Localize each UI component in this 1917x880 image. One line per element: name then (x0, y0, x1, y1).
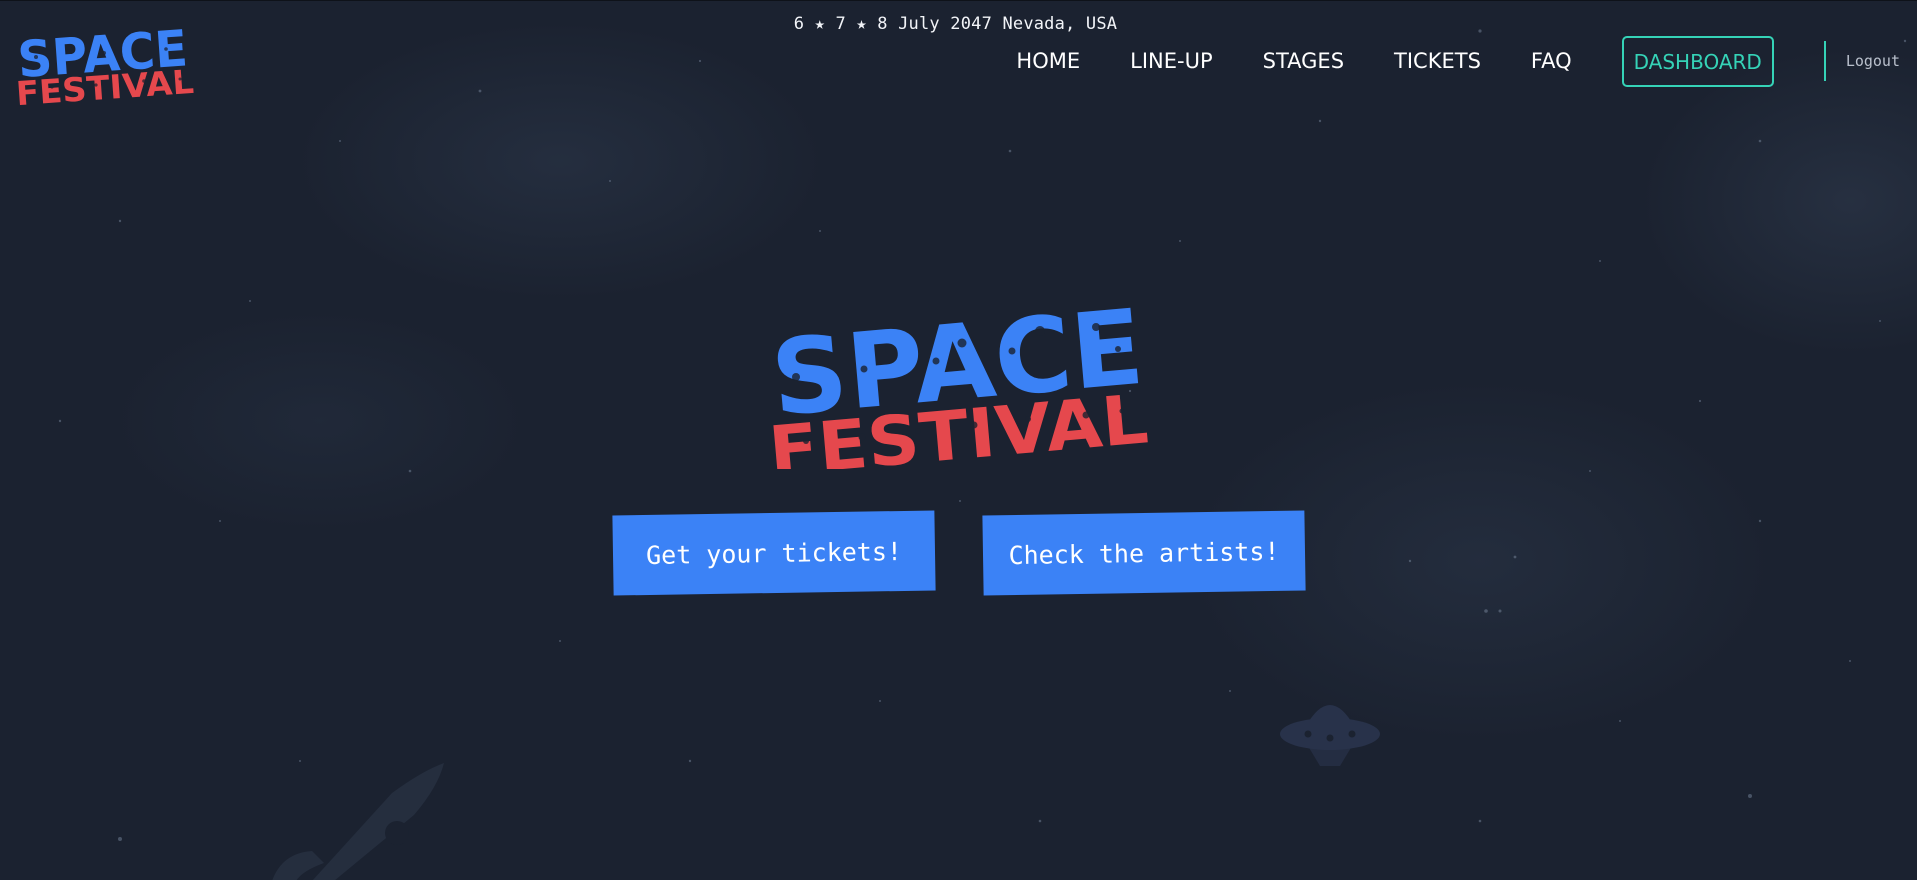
hero-logo: SPACE FESTIVAL (766, 291, 1151, 469)
nav-item-stages[interactable]: STAGES (1263, 49, 1344, 73)
nav-item-tickets[interactable]: TICKETS (1394, 49, 1481, 73)
ufo-icon (1280, 705, 1380, 766)
main-nav: HOME LINE-UP STAGES TICKETS FAQ DASHBOAR… (1016, 34, 1917, 88)
rocket-icon (272, 763, 444, 880)
nav-item-home[interactable]: HOME (1016, 49, 1080, 73)
nav-divider (1823, 41, 1826, 81)
event-info: 6 ★ 7 ★ 8 July 2047 Nevada, USA (793, 14, 1118, 34)
dashboard-button[interactable]: DASHBOARD (1621, 35, 1774, 87)
check-artists-button[interactable]: Check the artists! (982, 510, 1306, 596)
nav-item-line-up[interactable]: LINE-UP (1130, 49, 1212, 73)
get-tickets-button[interactable]: Get your tickets! (612, 510, 936, 596)
logout-link[interactable]: Logout (1846, 52, 1900, 70)
page: SPACE FESTIVAL 6 ★ 7 ★ 8 July 2047 Nevad… (0, 0, 1917, 880)
nav-item-faq[interactable]: FAQ (1531, 49, 1572, 73)
